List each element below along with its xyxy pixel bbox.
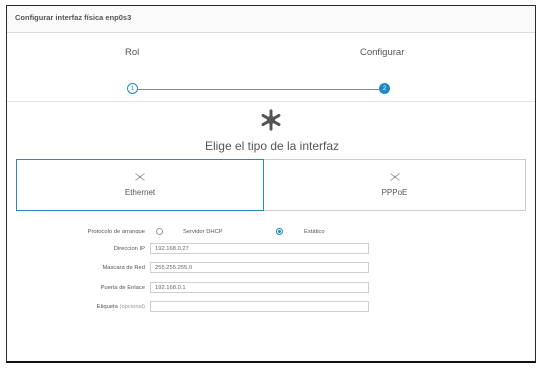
ip-address-input[interactable]: [150, 243, 369, 254]
gear-icon: [261, 109, 281, 131]
tag-row: Etiqueta (opcional): [7, 301, 535, 313]
gateway-label: Puerta de Enlace: [100, 285, 145, 291]
tag-label-text: Etiqueta: [96, 304, 118, 310]
step-label-configurar: Configurar: [360, 47, 405, 58]
static-radio-label[interactable]: Estático: [304, 229, 325, 235]
ip-address-label: Direccion IP: [113, 246, 145, 252]
static-radio[interactable]: [276, 228, 283, 235]
dialog-title: Configurar interfaz física enp0s3: [7, 6, 535, 33]
dhcp-radio[interactable]: [156, 228, 163, 235]
network-icon: [135, 173, 145, 181]
tag-label: Etiqueta (opcional): [97, 304, 145, 310]
ip-address-row: Direccion IP: [7, 243, 535, 255]
netmask-row: Mascara de Red: [7, 262, 535, 274]
interface-type-pppoe[interactable]: PPPoE: [264, 159, 526, 211]
wizard-stepper: Rol Configurar 1 2: [7, 33, 535, 102]
boot-protocol-label: Protocolo de arranque: [87, 229, 145, 235]
interface-type-label: PPPoE: [381, 188, 408, 197]
dhcp-radio-label[interactable]: Servidor DHCP: [183, 229, 223, 235]
netmask-label: Mascara de Red: [102, 265, 145, 271]
gateway-row: Puerta de Enlace: [7, 282, 535, 294]
step-2-circle[interactable]: 2: [379, 83, 390, 94]
gateway-input[interactable]: [150, 282, 369, 293]
network-icon: [389, 173, 400, 181]
interface-type-label: Ethernet: [124, 188, 156, 197]
netmask-input[interactable]: [150, 262, 369, 273]
boot-protocol-row: Protocolo de arranque Servidor DHCP Está…: [7, 226, 535, 238]
tag-optional-hint: (opcional): [119, 304, 145, 310]
step-label-rol: Rol: [125, 47, 140, 58]
stepper-connector-line: [133, 89, 384, 90]
interface-type-ethernet[interactable]: Ethernet: [16, 159, 264, 211]
step-1-circle[interactable]: 1: [127, 83, 138, 94]
dialog-window: Configurar interfaz física enp0s3 Rol Co…: [6, 5, 536, 363]
tag-input[interactable]: [150, 301, 369, 312]
page-heading: Elige el tipo de la interfaz: [204, 139, 340, 153]
